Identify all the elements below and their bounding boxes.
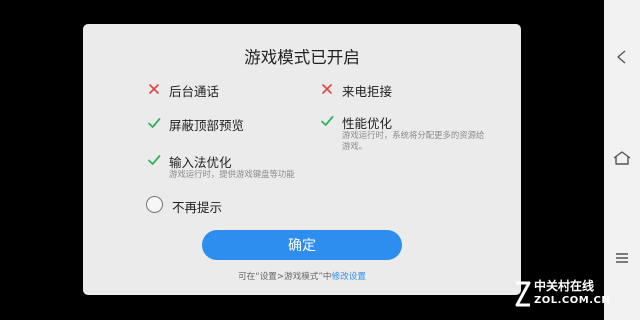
option-label: 后台通话 [169, 84, 220, 99]
confirm-button[interactable]: 确定 [202, 230, 402, 260]
modify-settings-link[interactable]: 修改设置 [332, 272, 366, 282]
option-label: 屏蔽顶部预览 [169, 118, 245, 133]
navigation-bar [604, 0, 640, 320]
dont-remind-label[interactable]: 不再提示 [172, 197, 222, 216]
dont-remind-radio[interactable] [146, 196, 163, 213]
option-description: 游戏运行时，系统将分配更多的资源给游戏。 [342, 130, 485, 151]
option-description: 游戏运行时，提供游戏键盘等功能 [169, 169, 295, 179]
check-icon [148, 118, 161, 128]
game-mode-dialog: 游戏模式已开启 后台通话 来电拒接 屏蔽顶部预览 性能优化 游戏运行时，系统将分… [83, 24, 521, 295]
check-icon [321, 116, 334, 126]
settings-footnote: 可在“设置>游戏模式”中修改设置 [83, 270, 521, 282]
cross-icon [322, 84, 332, 94]
watermark-en: ZOL.COM.CN [534, 295, 611, 306]
check-icon [148, 155, 161, 165]
nav-back-icon[interactable] [610, 45, 634, 69]
option-label: 来电拒接 [342, 84, 393, 99]
cross-icon [149, 84, 159, 94]
footnote-text: 可在“设置>游戏模式”中 [238, 272, 332, 282]
nav-home-icon[interactable] [610, 146, 634, 170]
zol-watermark: 中关村在线 ZOL.COM.CN [514, 274, 636, 318]
watermark-cn: 中关村在线 [534, 279, 595, 293]
nav-menu-icon[interactable] [610, 246, 634, 270]
zol-logo-icon [515, 281, 531, 307]
dialog-title: 游戏模式已开启 [244, 48, 360, 67]
